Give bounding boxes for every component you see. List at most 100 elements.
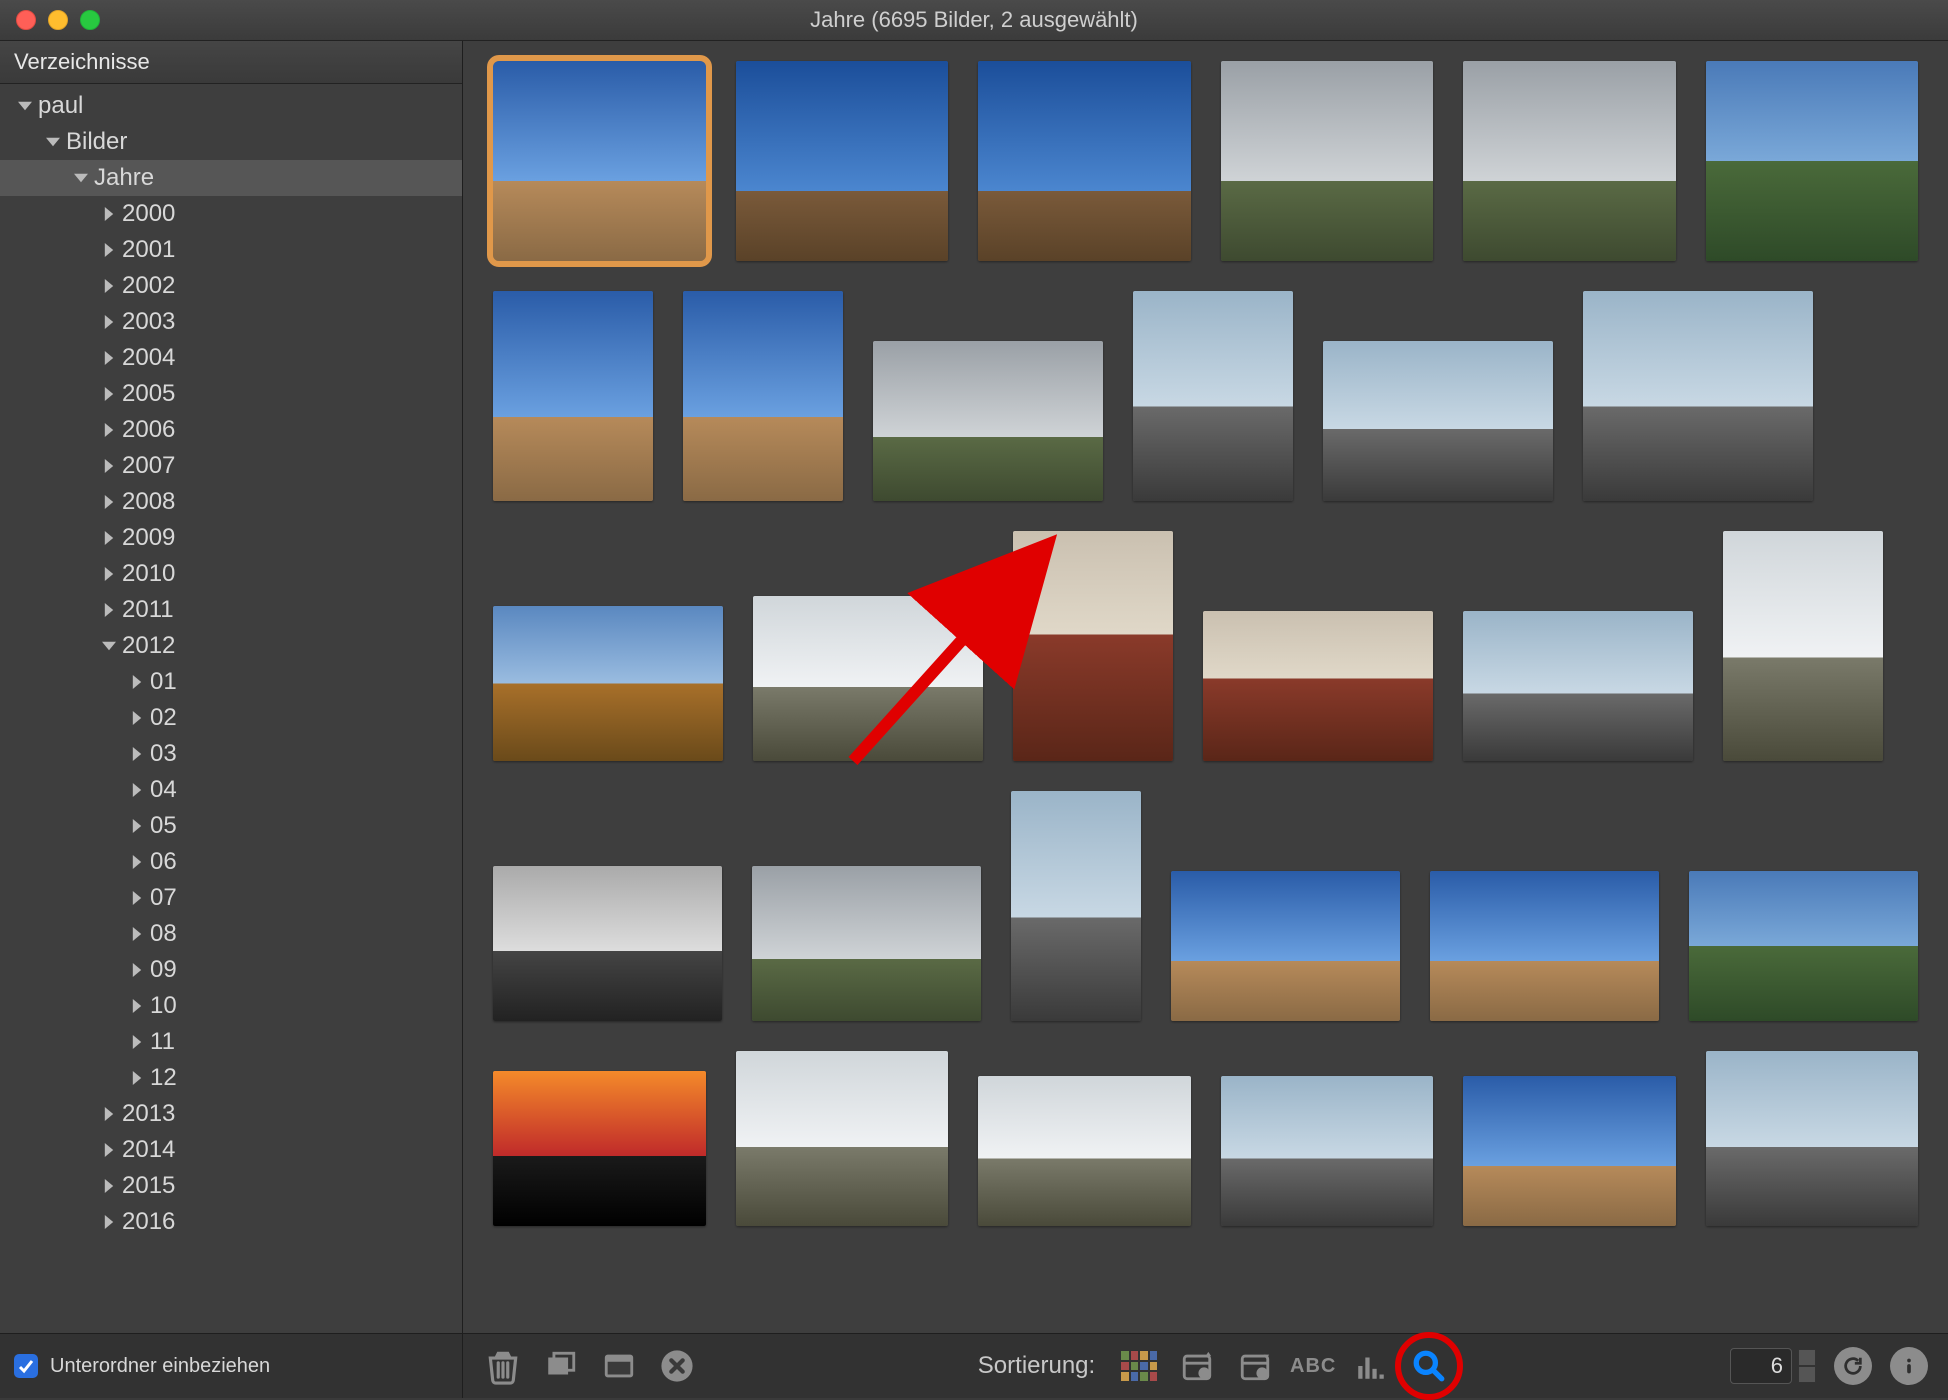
thumbnail[interactable] [1221,1076,1434,1226]
chevron-right-icon[interactable] [128,1069,146,1087]
thumbnail[interactable] [1689,871,1918,1021]
chevron-right-icon[interactable] [100,1213,118,1231]
chevron-right-icon[interactable] [128,925,146,943]
chevron-right-icon[interactable] [100,1177,118,1195]
tree-item[interactable]: 10 [0,988,462,1024]
tree-item[interactable]: 2008 [0,484,462,520]
tree-item[interactable]: 2003 [0,304,462,340]
chevron-right-icon[interactable] [128,709,146,727]
thumbnail[interactable] [1133,291,1293,501]
tree-item[interactable]: Bilder [0,124,462,160]
fullscreen-button[interactable] [599,1346,639,1386]
chevron-right-icon[interactable] [100,529,118,547]
chevron-right-icon[interactable] [100,349,118,367]
thumbnail[interactable] [1203,611,1433,761]
chevron-down-icon[interactable] [100,637,118,655]
thumbnail[interactable] [1011,791,1140,1021]
tree-item[interactable]: 2013 [0,1096,462,1132]
thumbnail[interactable] [683,291,843,501]
chevron-right-icon[interactable] [128,817,146,835]
tree-item[interactable]: 2000 [0,196,462,232]
sort-histogram-button[interactable] [1351,1346,1391,1386]
info-button[interactable] [1890,1347,1928,1385]
reload-button[interactable] [1834,1347,1872,1385]
chevron-right-icon[interactable] [128,889,146,907]
tree-item[interactable]: 02 [0,700,462,736]
tree-item[interactable]: 04 [0,772,462,808]
chevron-right-icon[interactable] [128,673,146,691]
tree-item[interactable]: 2015 [0,1168,462,1204]
thumbnail[interactable] [1463,1076,1676,1226]
thumbnail[interactable] [1706,61,1919,261]
columns-step-up[interactable] [1798,1349,1816,1366]
chevron-right-icon[interactable] [100,565,118,583]
tree-item[interactable]: 2010 [0,556,462,592]
thumbnail[interactable] [978,61,1191,261]
tree-item[interactable]: 07 [0,880,462,916]
tree-item[interactable]: 01 [0,664,462,700]
thumbnail[interactable] [752,866,981,1021]
tree-item[interactable]: 2016 [0,1204,462,1240]
chevron-right-icon[interactable] [100,1141,118,1159]
sort-name-button[interactable]: ABC [1293,1346,1333,1386]
tree-item[interactable]: 12 [0,1060,462,1096]
thumbnail[interactable] [493,61,706,261]
thumbnail[interactable] [1171,871,1400,1021]
thumbnail[interactable] [1583,291,1813,501]
tree-item[interactable]: Jahre [0,160,462,196]
include-subfolders-checkbox[interactable] [14,1354,38,1378]
search-button[interactable] [1409,1346,1449,1386]
thumbnail[interactable] [1706,1051,1919,1226]
stack-button[interactable] [541,1346,581,1386]
cancel-button[interactable] [657,1346,697,1386]
folder-tree[interactable]: paulBilderJahre2000200120022003200420052… [0,84,462,1333]
thumbnail[interactable] [493,291,653,501]
thumbnail[interactable] [753,596,983,761]
chevron-right-icon[interactable] [100,313,118,331]
trash-button[interactable] [483,1346,523,1386]
minimize-window-button[interactable] [48,10,68,30]
sort-date-desc-button[interactable] [1235,1346,1275,1386]
chevron-right-icon[interactable] [100,601,118,619]
thumbnail[interactable] [1463,611,1693,761]
thumbnail[interactable] [1463,61,1676,261]
thumbnail[interactable] [1323,341,1553,501]
thumbnail[interactable] [1723,531,1883,761]
chevron-right-icon[interactable] [100,205,118,223]
chevron-right-icon[interactable] [100,385,118,403]
zoom-window-button[interactable] [80,10,100,30]
chevron-right-icon[interactable] [128,997,146,1015]
tree-item[interactable]: 2014 [0,1132,462,1168]
thumbnail[interactable] [493,606,723,761]
thumbnail[interactable] [736,61,949,261]
thumbnail-grid[interactable] [493,61,1918,1226]
tree-item[interactable]: paul [0,88,462,124]
tree-item[interactable]: 08 [0,916,462,952]
tree-item[interactable]: 2009 [0,520,462,556]
columns-value[interactable]: 6 [1730,1348,1792,1384]
tree-item[interactable]: 09 [0,952,462,988]
sort-date-asc-button[interactable] [1177,1346,1217,1386]
tree-item[interactable]: 2012 [0,628,462,664]
chevron-right-icon[interactable] [128,781,146,799]
tree-item[interactable]: 2002 [0,268,462,304]
tree-item[interactable]: 2005 [0,376,462,412]
chevron-right-icon[interactable] [100,1105,118,1123]
thumbnail[interactable] [978,1076,1191,1226]
thumbnail[interactable] [493,866,722,1021]
tree-item[interactable]: 2001 [0,232,462,268]
chevron-down-icon[interactable] [44,133,62,151]
tree-item[interactable]: 2006 [0,412,462,448]
chevron-down-icon[interactable] [72,169,90,187]
chevron-right-icon[interactable] [128,853,146,871]
chevron-right-icon[interactable] [128,1033,146,1051]
thumbnail[interactable] [493,1071,706,1226]
chevron-right-icon[interactable] [100,493,118,511]
chevron-right-icon[interactable] [128,745,146,763]
chevron-right-icon[interactable] [100,457,118,475]
chevron-right-icon[interactable] [100,421,118,439]
thumbnail[interactable] [736,1051,949,1226]
columns-step-down[interactable] [1798,1366,1816,1383]
tree-item[interactable]: 03 [0,736,462,772]
sort-similarity-button[interactable] [1119,1346,1159,1386]
